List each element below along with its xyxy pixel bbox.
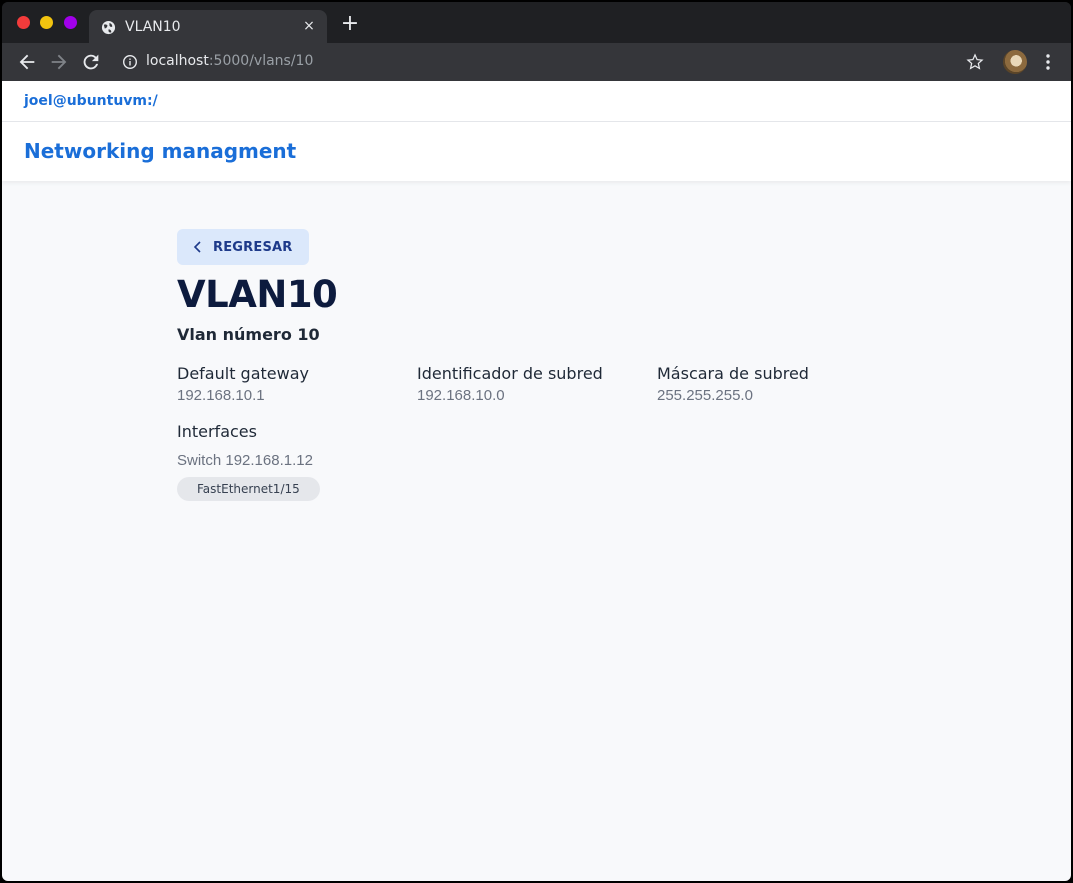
minimize-window-button[interactable] — [40, 16, 53, 29]
profile-avatar[interactable] — [1003, 50, 1027, 74]
page-viewport: joel@ubuntuvm:/ Networking managment REG… — [2, 81, 1071, 881]
browser-window: VLAN10 × + localhost:5000/vlans/10 joel@… — [2, 2, 1071, 881]
app-header: Networking managment — [2, 122, 1071, 181]
forward-arrow-icon[interactable] — [48, 51, 70, 73]
field-value: 255.255.255.0 — [657, 387, 753, 404]
field-subnet-id: Identificador de subred 192.168.10.0 — [417, 364, 657, 404]
browser-toolbar: localhost:5000/vlans/10 — [2, 43, 1071, 81]
site-info-icon[interactable] — [122, 54, 138, 70]
switch-label: Switch 192.168.1.12 — [177, 452, 313, 469]
field-label: Máscara de subred — [657, 364, 809, 383]
browser-tab[interactable]: VLAN10 × — [89, 10, 327, 44]
page-subtitle: Vlan número 10 — [177, 325, 320, 344]
interface-chip[interactable]: FastEthernet1/15 — [177, 477, 320, 501]
field-subnet-mask: Máscara de subred 255.255.255.0 — [657, 364, 897, 404]
close-tab-icon[interactable]: × — [301, 18, 317, 34]
back-button[interactable]: REGRESAR — [177, 229, 309, 265]
back-arrow-icon[interactable] — [16, 51, 38, 73]
field-label: Identificador de subred — [417, 364, 603, 383]
url-path: :5000/vlans/10 — [208, 53, 314, 69]
field-value: 192.168.10.1 — [177, 387, 265, 404]
url-host: localhost — [146, 53, 209, 69]
tab-strip: VLAN10 × + — [2, 2, 1071, 44]
tab-title: VLAN10 — [125, 19, 181, 35]
vlan-detail: REGRESAR VLAN10 Vlan número 10 Default g… — [177, 229, 897, 501]
field-value: 192.168.10.0 — [417, 387, 505, 404]
top-bar: joel@ubuntuvm:/ — [2, 81, 1071, 122]
close-window-button[interactable] — [17, 16, 30, 29]
bookmark-star-icon[interactable] — [965, 52, 985, 72]
menu-kebab-icon[interactable] — [1040, 53, 1056, 71]
page-title: VLAN10 — [177, 273, 338, 316]
new-tab-button[interactable]: + — [340, 13, 360, 35]
vlan-fields: Default gateway 192.168.10.1 Identificad… — [177, 364, 897, 404]
user-path: joel@ubuntuvm:/ — [24, 93, 158, 109]
field-default-gateway: Default gateway 192.168.10.1 — [177, 364, 417, 404]
interfaces-heading: Interfaces — [177, 422, 257, 441]
brand-title[interactable]: Networking managment — [24, 139, 296, 163]
reload-icon[interactable] — [80, 51, 102, 73]
back-label: REGRESAR — [213, 239, 293, 255]
field-label: Default gateway — [177, 364, 309, 383]
maximize-window-button[interactable] — [64, 16, 77, 29]
address-bar[interactable]: localhost:5000/vlans/10 — [146, 53, 313, 69]
globe-icon — [101, 20, 116, 35]
chevron-left-icon — [193, 241, 201, 253]
